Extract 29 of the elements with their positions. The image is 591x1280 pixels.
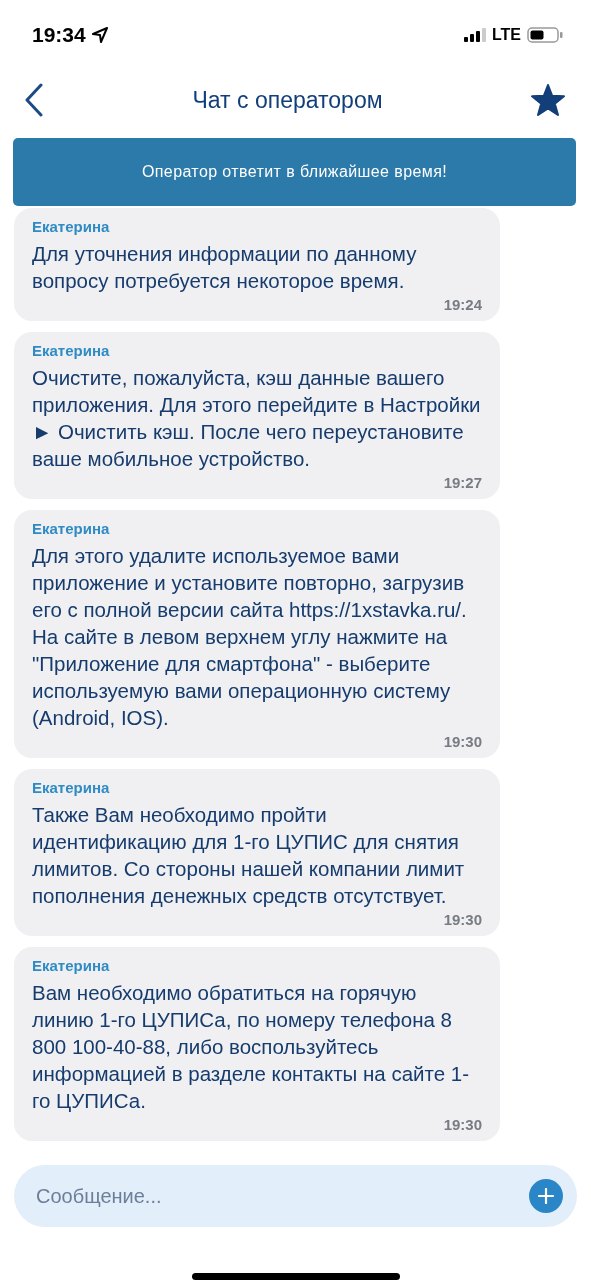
signal-icon (463, 28, 486, 42)
message-time: 19:27 (443, 474, 482, 491)
message-text: Для уточнения информации по данному вопросу потребуется некоторое время. (32, 241, 418, 294)
sender-name: Екатерина (32, 218, 111, 235)
message-text: Вам необходимо обратиться на горячую линию 1-го ЦУПИСа, по номеру телефона 8 800 100-40-88, либо воспользуйтесь информацией в разделе контакты на сайте 1-го ЦУПИСа. (32, 980, 471, 1114)
message-input[interactable]: Сообщение... (34, 1183, 529, 1209)
message-time: 19:30 (443, 733, 482, 750)
sender-name: Екатерина (32, 779, 111, 796)
add-button[interactable] (529, 1179, 563, 1213)
status-time: 19:34 (32, 23, 86, 47)
message-text: Также Вам необходимо пройти идентификацию для 1-го ЦУПИС для снятия лимитов. Со стороны нашей компании лимит пополнения денежных средств отсутствует. (32, 802, 466, 909)
sender-name: Екатерина (32, 342, 111, 359)
back-chevron-icon (24, 83, 44, 117)
notice-banner: Оператор ответит в ближайшее время! (13, 138, 576, 206)
message-time: 19:30 (443, 911, 482, 928)
network-label: LTE (491, 26, 521, 44)
favorite-button[interactable] (531, 84, 565, 116)
message-time: 19:30 (443, 1116, 482, 1133)
screen-title: Чат с оператором (192, 86, 383, 114)
message-time: 19:24 (443, 296, 482, 313)
location-arrow-icon (91, 27, 108, 43)
sender-name: Екатерина (32, 520, 111, 537)
message-text: Очистите, пожалуйста, кэш данные вашего приложения. Для этого перейдите в Настройки ► Очистить кэш. После чего переустановите ваше мобильное устройство. (32, 365, 482, 472)
back-button[interactable] (24, 83, 44, 117)
plus-icon (538, 1188, 554, 1204)
message-text: Для этого удалите используемое вами приложение и установите повторно, загрузив его с полной версии сайта https://1xstavka.ru/. На сайте в левом верхнем углу нажмите на "Приложение для смартфона" - выберите используемую вами операционную систему (Android, IOS). (32, 543, 468, 731)
battery-icon (527, 27, 563, 43)
sender-name: Екатерина (32, 957, 111, 974)
message-field[interactable]: Сообщение... (14, 1165, 577, 1227)
